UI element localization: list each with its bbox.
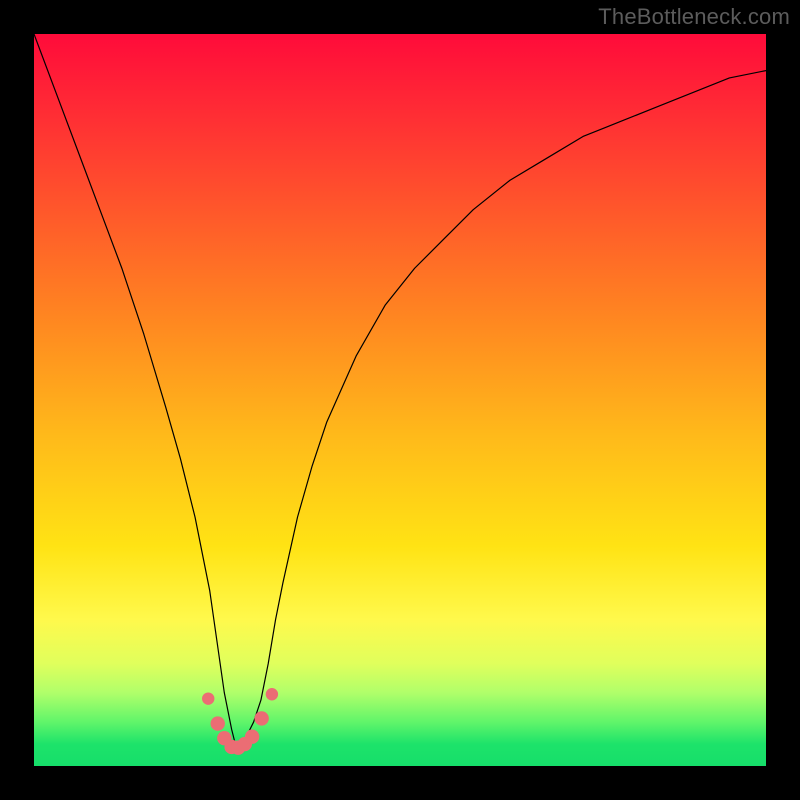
watermark-text: TheBottleneck.com: [598, 4, 790, 30]
chart-frame: TheBottleneck.com: [0, 0, 800, 800]
plot-area: [34, 34, 766, 766]
